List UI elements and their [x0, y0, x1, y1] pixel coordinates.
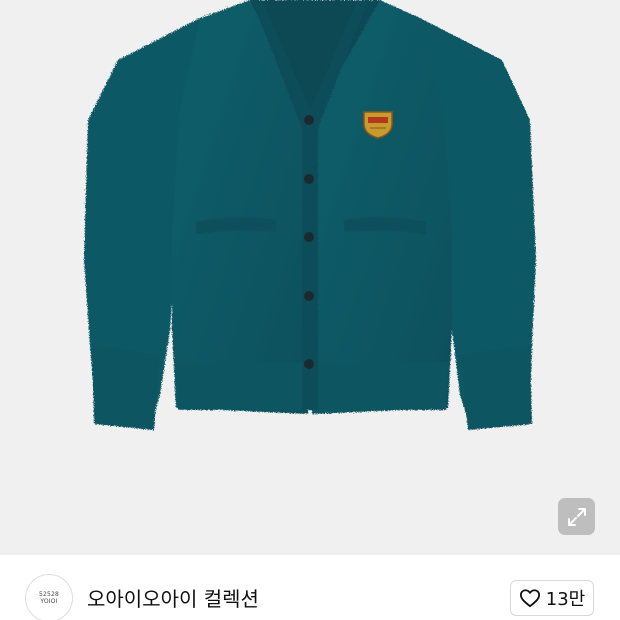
- heart-outline-icon: [519, 589, 540, 608]
- crest-patch: [363, 111, 393, 139]
- product-image-area[interactable]: [0, 0, 620, 555]
- avatar-text-line2: YOIOI: [40, 598, 58, 605]
- avatar-text-line1: 52528: [38, 591, 60, 598]
- product-image: [0, 0, 620, 555]
- store-avatar[interactable]: 52528 YOIOI: [25, 574, 73, 620]
- product-screen: 52528 YOIOI 오아이오아이 컬렉션 13만: [0, 0, 620, 620]
- store-name[interactable]: 오아이오아이 컬렉션: [87, 586, 259, 612]
- like-count: 13만: [545, 589, 586, 610]
- like-button[interactable]: 13만: [510, 580, 594, 616]
- expand-arrows-icon: [567, 507, 586, 526]
- expand-image-button[interactable]: [558, 498, 595, 535]
